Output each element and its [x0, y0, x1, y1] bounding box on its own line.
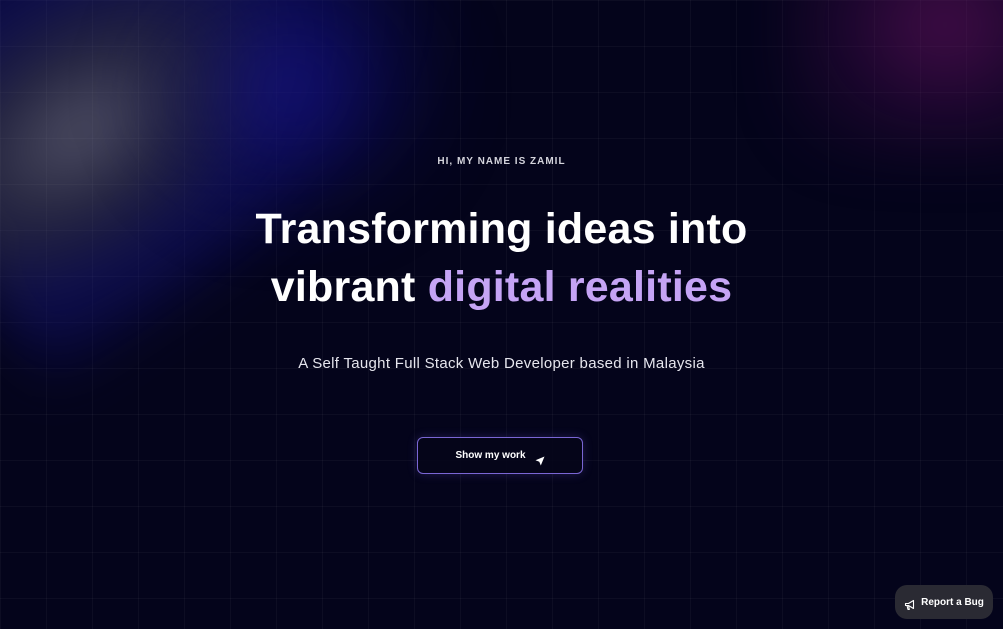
headline-plain-text: vibrant	[270, 263, 428, 311]
background-glow-right	[783, 0, 1003, 160]
report-bug-label: Report a Bug	[921, 596, 984, 608]
report-bug-button[interactable]: Report a Bug	[895, 585, 993, 619]
megaphone-icon	[904, 596, 916, 611]
show-my-work-label: Show my work	[455, 450, 526, 461]
send-arrow-icon	[535, 451, 545, 465]
show-my-work-button[interactable]: Show my work	[417, 437, 583, 474]
hero-headline: Transforming ideas into vibrant digital …	[0, 200, 1003, 316]
headline-accent-text: digital realities	[427, 263, 733, 311]
portfolio-landing-page: HI, MY NAME IS ZAMIL Transforming ideas …	[0, 0, 1003, 629]
headline-line-1: Transforming ideas into	[255, 205, 748, 253]
intro-eyebrow: HI, MY NAME IS ZAMIL	[437, 156, 566, 167]
headline-line-2: vibrant digital realities	[0, 258, 1003, 316]
hero-subtitle: A Self Taught Full Stack Web Developer b…	[298, 355, 705, 372]
